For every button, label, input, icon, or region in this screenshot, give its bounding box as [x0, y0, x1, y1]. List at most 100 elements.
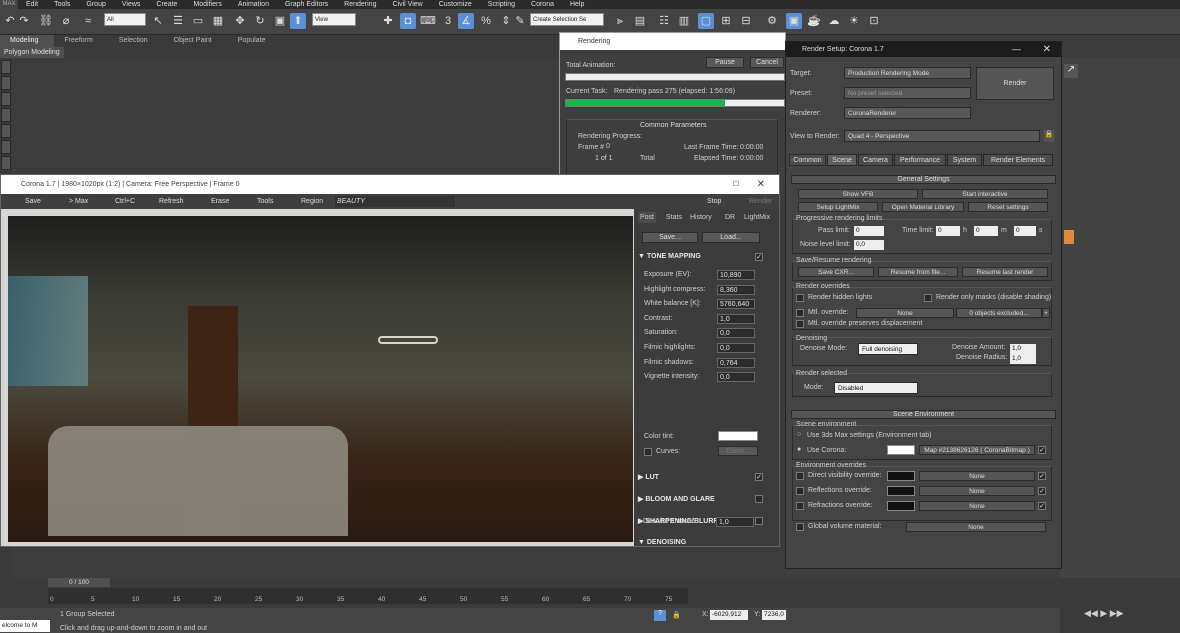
denoise-amount-field[interactable]: 1,0 [716, 517, 754, 527]
menu-group[interactable]: Group [78, 0, 113, 9]
sharpen-checkbox[interactable] [755, 517, 763, 525]
maximize-icon[interactable]: ☐ [733, 175, 739, 194]
curves-editor-button[interactable]: Editor... [718, 446, 758, 456]
snap-icon[interactable]: 3 [440, 13, 456, 29]
reference-coord-dropdown[interactable]: View [312, 13, 356, 26]
tab-history[interactable]: History [688, 212, 714, 223]
percent-snap-icon[interactable]: % [478, 13, 494, 29]
mtl-override-checkbox[interactable] [796, 309, 804, 317]
tab-post[interactable]: Post [638, 212, 657, 223]
strip-tool-icon[interactable] [1, 108, 11, 122]
direct-vis-map-checkbox[interactable]: ✓ [1038, 472, 1046, 480]
resume-last-button[interactable]: Resume last render [962, 267, 1048, 277]
setup-lightmix-button[interactable]: Setup LightMix [798, 202, 878, 212]
track-bar[interactable]: 0 5 10 15 20 25 30 35 40 45 50 55 60 65 70 75 [48, 588, 688, 604]
render-button[interactable]: Render [976, 67, 1054, 100]
global-volume-button[interactable]: None [906, 522, 1046, 532]
preset-dropdown[interactable]: No preset selected [844, 87, 971, 99]
to-max-button[interactable]: > Max [69, 196, 88, 207]
x-coord-field[interactable]: -6029,912 [710, 610, 748, 620]
mtl-disp-checkbox[interactable] [796, 320, 804, 328]
render-production-icon[interactable]: ☕ [806, 13, 822, 29]
render-iterative-icon[interactable]: ☁ [826, 13, 842, 29]
reflections-map-button[interactable]: None [919, 486, 1035, 496]
tab-scene[interactable]: Scene [827, 154, 857, 166]
refractions-checkbox[interactable] [796, 502, 804, 510]
post-load-button[interactable]: Load... [702, 232, 760, 243]
ribbon-tab-populate[interactable]: Populate [228, 35, 282, 47]
reflections-checkbox[interactable] [796, 487, 804, 495]
erase-button[interactable]: Erase [211, 196, 229, 207]
scene-explorer-icon[interactable]: ▥ [676, 13, 692, 29]
pivot-icon[interactable]: ✚ [380, 13, 396, 29]
direct-vis-map-button[interactable]: None [919, 471, 1035, 481]
denoise-radius-field[interactable]: 1,0 [1010, 354, 1036, 364]
lut-header[interactable]: ▶ LUT [638, 473, 659, 481]
render-button[interactable]: Render [749, 196, 772, 207]
param-value-field[interactable]: 0,0 [717, 343, 755, 353]
menu-civil-view[interactable]: Civil View [384, 0, 430, 9]
reflections-map-checkbox[interactable]: ✓ [1038, 487, 1046, 495]
select-by-name-icon[interactable]: ☰ [170, 13, 186, 29]
view-to-render-dropdown[interactable]: Quad 4 - Perspective [844, 130, 1040, 142]
render-setup-icon[interactable]: ⚙ [764, 13, 780, 29]
mode-dropdown[interactable]: Disabled [834, 382, 918, 394]
noise-limit-field[interactable]: 0,0 [854, 240, 884, 250]
stop-button[interactable]: Stop [707, 196, 721, 207]
link-icon[interactable]: ⛓ [38, 13, 54, 29]
schematic-view-icon[interactable]: ⊞ [718, 13, 734, 29]
reset-settings-button[interactable]: Reset settings [968, 202, 1048, 212]
render-masks-checkbox[interactable] [924, 294, 932, 302]
refractions-map-button[interactable]: None [919, 501, 1035, 511]
strip-tool-icon[interactable] [1, 92, 11, 106]
menu-rendering[interactable]: Rendering [336, 0, 384, 9]
time-h-field[interactable]: 0 [936, 226, 960, 236]
lut-checkbox[interactable]: ✓ [755, 473, 763, 481]
color-tint-swatch[interactable] [718, 431, 758, 441]
y-coord-field[interactable]: 7236,0 [762, 610, 786, 620]
material-editor-icon[interactable]: ⊟ [738, 13, 754, 29]
tab-stats[interactable]: Stats [664, 212, 684, 223]
denoise-mode-dropdown[interactable]: Full denoising [858, 343, 918, 355]
mirror-icon[interactable]: ⫸ [612, 13, 628, 29]
tab-dr[interactable]: DR [723, 212, 737, 223]
minimize-icon[interactable]: — [1012, 42, 1021, 57]
param-value-field[interactable]: 0,764 [717, 357, 755, 368]
time-m-field[interactable]: 0 [974, 226, 998, 236]
tab-lightmix[interactable]: LightMix [742, 212, 772, 223]
global-volume-checkbox[interactable] [796, 523, 804, 531]
tab-performance[interactable]: Performance [894, 154, 946, 166]
menu-animation[interactable]: Animation [230, 0, 277, 9]
refresh-button[interactable]: Refresh [159, 196, 184, 207]
curves-checkbox[interactable] [644, 448, 652, 456]
edit-named-sel-icon[interactable]: ✎ [512, 13, 528, 29]
direct-vis-checkbox[interactable] [796, 472, 804, 480]
corona-env-color[interactable] [887, 445, 915, 455]
refractions-color[interactable] [887, 501, 915, 511]
render-cloud-icon[interactable]: ⊡ [866, 13, 882, 29]
ribbon-tab-freeform[interactable]: Freeform [54, 35, 108, 47]
resume-file-button[interactable]: Resume from file... [878, 267, 958, 277]
strip-tool-icon[interactable] [1, 140, 11, 154]
maxscript-listener[interactable]: elcome to M [0, 620, 50, 632]
named-selection-sets[interactable]: Create Selection Se [530, 13, 604, 26]
start-interactive-button[interactable]: Start interactive [922, 189, 1048, 199]
tab-camera[interactable]: Camera [858, 154, 893, 166]
bloom-header[interactable]: ▶ BLOOM AND GLARE [638, 495, 715, 503]
menu-graph-editors[interactable]: Graph Editors [277, 0, 336, 9]
denoising-header[interactable]: ▼ DENOISING [638, 539, 686, 546]
menu-customize[interactable]: Customize [431, 0, 480, 9]
app-icon[interactable]: MAX [0, 0, 18, 9]
unlink-icon[interactable]: ⌀ [58, 13, 74, 29]
tab-render-elements[interactable]: Render Elements [983, 154, 1053, 166]
param-value-field[interactable]: 10,890 [717, 270, 755, 280]
redo-icon[interactable]: ↷ [16, 13, 32, 29]
keyboard-shortcut-icon[interactable]: ⌨ [420, 13, 436, 29]
mtl-override-none-button[interactable]: None [856, 308, 954, 318]
direct-vis-color[interactable] [887, 471, 915, 481]
place-icon[interactable]: ⬆ [290, 13, 306, 29]
activeshade-icon[interactable]: ☀ [846, 13, 862, 29]
render-hidden-checkbox[interactable] [796, 294, 804, 302]
renderer-dropdown[interactable]: CoronaRenderer [844, 107, 971, 119]
show-vfb-button[interactable]: Show VFB [798, 189, 918, 199]
